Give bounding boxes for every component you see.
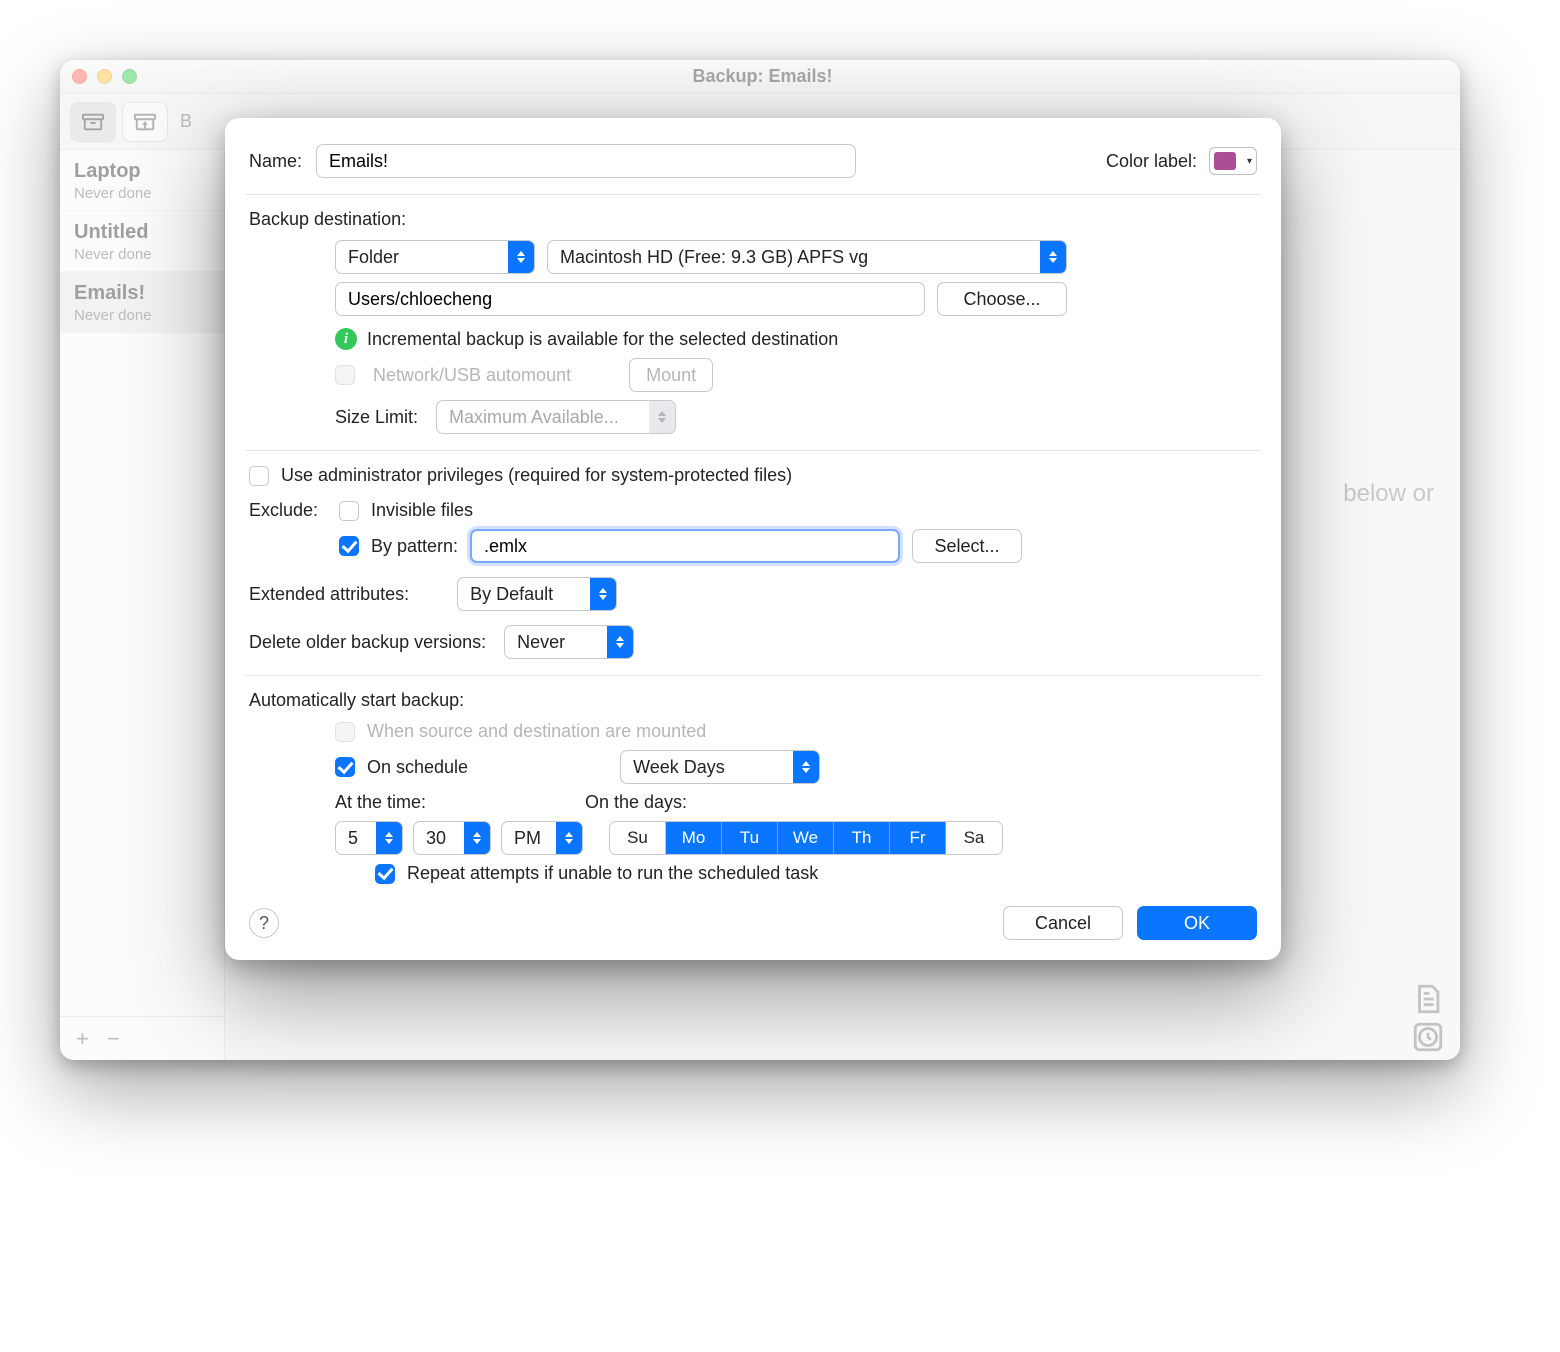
delete-old-label: Delete older backup versions: [249, 632, 486, 653]
hour-stepper[interactable]: 5 [335, 821, 403, 855]
popup-text: Maximum Available... [449, 407, 633, 428]
updown-icon [649, 401, 675, 433]
destination-type-popup[interactable]: Folder [335, 240, 535, 274]
popup-text: Macintosh HD (Free: 9.3 GB) APFS vg [560, 247, 882, 268]
updown-icon [1040, 241, 1066, 273]
updown-icon [793, 751, 819, 783]
admin-checkbox[interactable] [249, 466, 269, 486]
updown-icon [590, 578, 616, 610]
destination-path-field[interactable] [335, 282, 925, 316]
exclude-invisible-label: Invisible files [371, 500, 473, 521]
updown-icon [464, 822, 490, 854]
size-limit-popup: Maximum Available... [436, 400, 676, 434]
on-schedule-label: On schedule [367, 757, 468, 778]
popup-text: 30 [426, 828, 460, 849]
popup-text: Folder [348, 247, 413, 268]
ext-attr-popup[interactable]: By Default [457, 577, 617, 611]
help-button[interactable]: ? [249, 908, 279, 938]
popup-text: 5 [348, 828, 372, 849]
schedule-type-popup[interactable]: Week Days [620, 750, 820, 784]
repeat-label: Repeat attempts if unable to run the sch… [407, 863, 818, 884]
day-toggle-group: Su Mo Tu We Th Fr Sa [609, 821, 1003, 855]
info-icon: i [335, 328, 357, 350]
day-sa[interactable]: Sa [946, 822, 1002, 854]
day-we[interactable]: We [778, 822, 834, 854]
destination-path-input[interactable] [346, 288, 914, 311]
popup-text: Week Days [633, 757, 739, 778]
auto-header: Automatically start backup: [249, 690, 1257, 711]
mount-button: Mount [629, 358, 713, 392]
day-fr[interactable]: Fr [890, 822, 946, 854]
popup-text: PM [514, 828, 555, 849]
exclude-pattern-field[interactable] [470, 529, 900, 563]
on-days-label: On the days: [585, 792, 687, 813]
admin-label: Use administrator privileges (required f… [281, 465, 792, 486]
exclude-invisible-checkbox[interactable] [339, 501, 359, 521]
auto-mounted-checkbox [335, 722, 355, 742]
updown-icon [376, 822, 402, 854]
backup-sheet: Name: Color label: ▾ Backup destination:… [225, 118, 1281, 960]
ok-button[interactable]: OK [1137, 906, 1257, 940]
on-schedule-checkbox[interactable] [335, 757, 355, 777]
day-su[interactable]: Su [610, 822, 666, 854]
select-pattern-button[interactable]: Select... [912, 529, 1022, 563]
exclude-pattern-input[interactable] [482, 535, 888, 558]
updown-icon [556, 822, 582, 854]
day-mo[interactable]: Mo [666, 822, 722, 854]
repeat-checkbox[interactable] [375, 864, 395, 884]
popup-text: By Default [470, 584, 567, 605]
exclude-pattern-label: By pattern: [371, 536, 458, 557]
color-label-text: Color label: [1106, 151, 1197, 172]
cancel-button[interactable]: Cancel [1003, 906, 1123, 940]
color-label-picker[interactable]: ▾ [1209, 147, 1257, 175]
automount-label: Network/USB automount [373, 365, 571, 386]
name-label: Name: [249, 151, 304, 172]
destination-volume-popup[interactable]: Macintosh HD (Free: 9.3 GB) APFS vg [547, 240, 1067, 274]
color-swatch-icon [1214, 152, 1236, 170]
size-limit-label: Size Limit: [335, 407, 418, 428]
ext-attr-label: Extended attributes: [249, 584, 409, 605]
popup-text: Never [517, 632, 579, 653]
auto-mounted-label: When source and destination are mounted [367, 721, 706, 742]
automount-checkbox [335, 365, 355, 385]
minute-stepper[interactable]: 30 [413, 821, 491, 855]
day-th[interactable]: Th [834, 822, 890, 854]
name-field[interactable] [316, 144, 856, 178]
chevron-down-icon: ▾ [1247, 156, 1252, 167]
ampm-stepper[interactable]: PM [501, 821, 583, 855]
exclude-pattern-checkbox[interactable] [339, 536, 359, 556]
destination-header: Backup destination: [249, 209, 1257, 230]
delete-old-popup[interactable]: Never [504, 625, 634, 659]
info-text: Incremental backup is available for the … [367, 329, 838, 350]
exclude-label: Exclude: [249, 500, 327, 521]
name-input[interactable] [327, 150, 845, 173]
at-time-label: At the time: [335, 792, 545, 813]
day-tu[interactable]: Tu [722, 822, 778, 854]
updown-icon [508, 241, 534, 273]
choose-button[interactable]: Choose... [937, 282, 1067, 316]
updown-icon [607, 626, 633, 658]
